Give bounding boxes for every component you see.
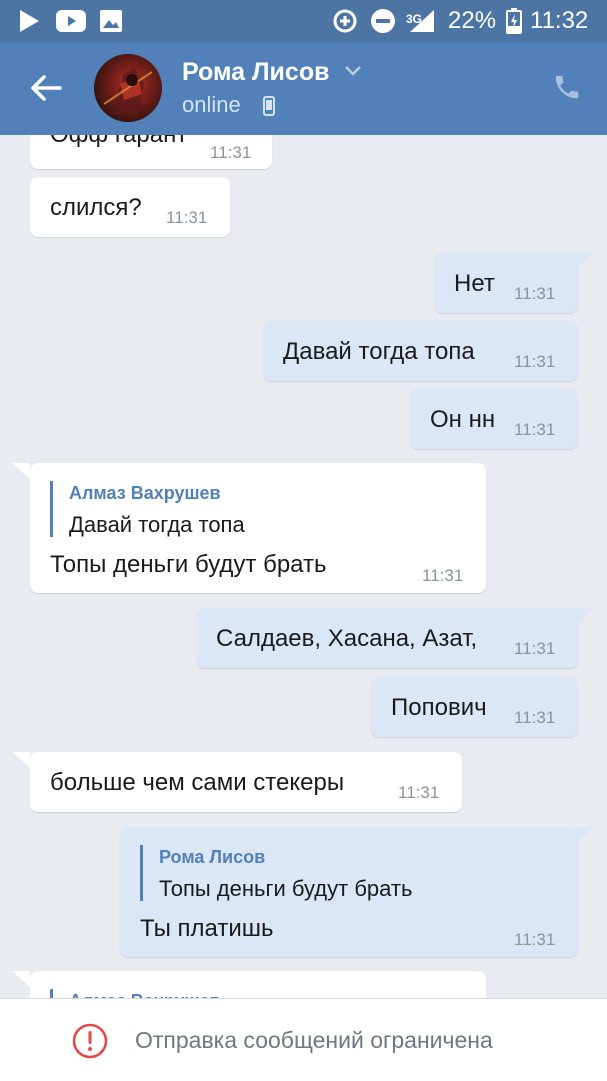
quote-author[interactable]: Рома Лисов <box>159 847 265 868</box>
message-bubble-outgoing[interactable]: Рома Лисов Топы деньги будут брать Ты пл… <box>120 827 578 957</box>
message-bubble-incoming[interactable]: Алмаз Вахрушев <box>30 971 486 999</box>
clock: 11:32 <box>530 7 589 34</box>
quote-bar <box>140 845 143 901</box>
message-text: Ты платишь <box>140 915 274 942</box>
youtube-icon <box>56 8 86 34</box>
message-time: 11:31 <box>514 420 556 439</box>
message-bubble-outgoing[interactable]: Он нн 11:31 <box>410 389 578 449</box>
avatar[interactable] <box>94 54 162 122</box>
quote-text: Топы деньги будут брать <box>159 876 413 901</box>
warning-icon <box>72 1023 108 1064</box>
mobile-phone-icon <box>263 96 275 121</box>
bubble-tail <box>576 827 594 843</box>
message-text: больше чем сами стекеры <box>50 769 345 796</box>
message-text: Давай тогда топа <box>283 338 475 365</box>
message-bubble-outgoing[interactable]: Салдаев, Хасана, Азат, 11:31 <box>196 608 578 668</box>
quote-bar <box>50 481 53 537</box>
bubble-tail <box>12 971 30 987</box>
message-text: Попович <box>391 694 487 721</box>
bubble-tail <box>12 463 30 479</box>
message-bubble-outgoing[interactable]: Давай тогда топа 11:31 <box>263 321 578 381</box>
bubble-tail <box>576 608 594 624</box>
message-time: 11:31 <box>514 930 556 949</box>
quote-text: Давай тогда топа <box>69 512 245 537</box>
contact-name[interactable]: Рома Лисов <box>182 58 329 87</box>
message-bubble-incoming[interactable]: слился? 11:31 <box>30 177 230 237</box>
message-time: 11:31 <box>398 783 440 802</box>
message-text: Топы деньги будут брать <box>50 551 327 578</box>
battery-percent: 22% <box>448 7 497 34</box>
message-bubble-incoming[interactable]: больше чем сами стекеры 11:31 <box>30 752 462 812</box>
message-text: Он нн <box>430 406 496 433</box>
bubble-tail <box>576 253 594 269</box>
gallery-icon <box>99 8 123 34</box>
message-bubble-incoming[interactable]: Алмаз Вахрушев Давай тогда топа Топы ден… <box>30 463 486 593</box>
bubble-tail <box>12 752 30 768</box>
message-text: Салдаев, Хасана, Азат, <box>216 625 478 652</box>
call-icon[interactable] <box>552 72 582 107</box>
message-bubble-outgoing[interactable]: Попович 11:31 <box>371 677 578 737</box>
chevron-down-icon[interactable] <box>344 64 362 82</box>
message-text: Офф гарант <box>50 135 187 149</box>
message-list[interactable]: Офф гарант 11:31 слился? 11:31 Нет 11:31… <box>0 135 607 999</box>
chat-header: Рома Лисов online <box>0 42 607 135</box>
data-saver-icon <box>332 8 358 34</box>
message-time: 11:31 <box>514 352 556 371</box>
message-time: 11:31 <box>210 143 252 162</box>
message-time: 11:31 <box>514 284 556 303</box>
message-time: 11:31 <box>166 208 208 227</box>
message-time: 11:31 <box>514 639 556 658</box>
message-time: 11:31 <box>422 566 464 585</box>
message-time: 11:31 <box>514 708 556 727</box>
message-bubble-incoming[interactable]: Офф гарант 11:31 <box>30 135 272 169</box>
presence-status: online <box>182 92 241 117</box>
status-bar: 3G 22% 11:32 <box>0 0 607 42</box>
play-store-icon <box>18 8 40 34</box>
message-text: Нет <box>454 270 495 297</box>
message-bubble-outgoing[interactable]: Нет 11:31 <box>434 253 578 313</box>
message-text: слился? <box>50 194 142 221</box>
restriction-message: Отправка сообщений ограничена <box>135 1027 493 1053</box>
quote-author[interactable]: Алмаз Вахрушев <box>69 483 221 504</box>
signal-icon <box>408 8 436 34</box>
battery-icon <box>506 8 522 34</box>
back-arrow-icon[interactable] <box>28 70 68 106</box>
composer-restricted-bar: Отправка сообщений ограничена <box>0 998 607 1081</box>
do-not-disturb-icon <box>370 8 396 34</box>
